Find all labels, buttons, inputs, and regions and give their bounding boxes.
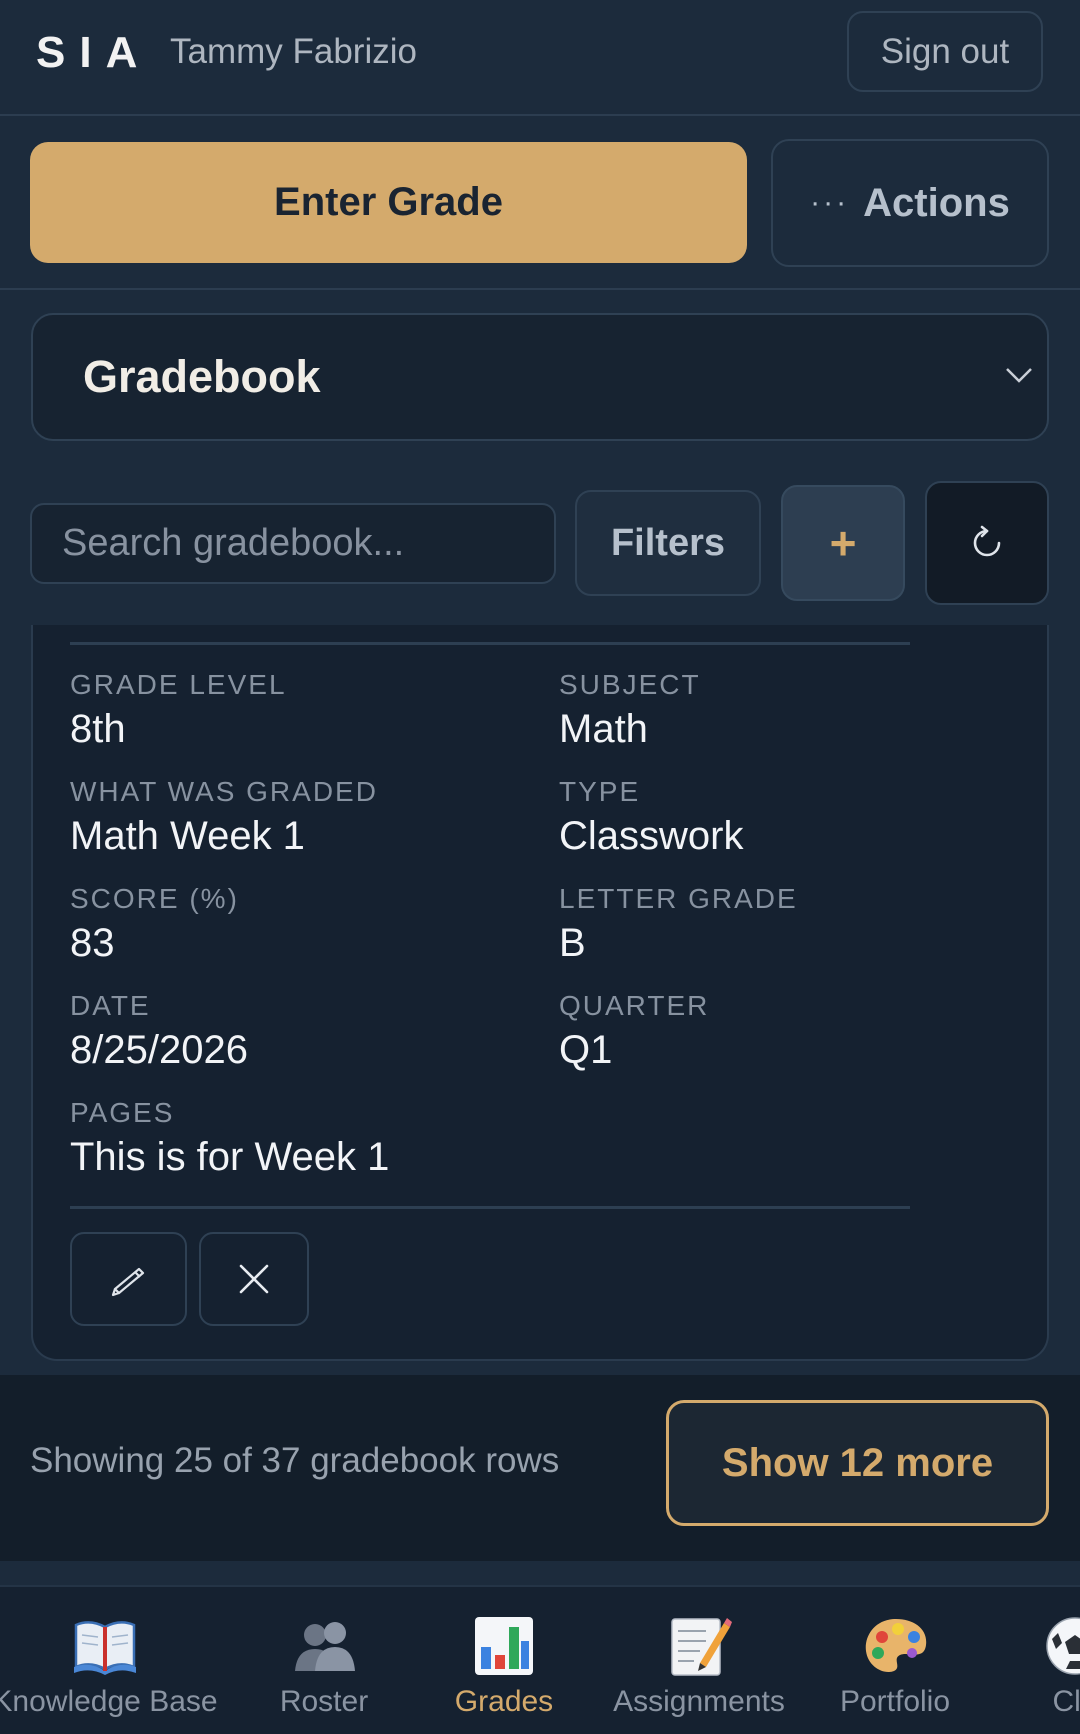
sign-out-button[interactable]: Sign out [847, 11, 1043, 92]
field-label: SCORE (%) [70, 883, 239, 914]
delete-record-button[interactable] [199, 1232, 309, 1326]
field-label: TYPE [559, 776, 641, 807]
plus-icon: + [829, 517, 857, 569]
actions-label: Actions [863, 180, 1010, 225]
gradebook-list: GRADE LEVEL 8th SUBJECT Math WHAT WAS GR… [0, 625, 1080, 1375]
view-selector-value: Gradebook [83, 351, 321, 402]
search-input[interactable] [30, 503, 556, 584]
bar-chart-icon [475, 1617, 533, 1675]
nav-item-grades[interactable]: Grades [434, 1587, 574, 1734]
nav-item-knowledge-base[interactable]: Knowledge Base [0, 1587, 218, 1734]
grade-record-card: GRADE LEVEL 8th SUBJECT Math WHAT WAS GR… [31, 625, 1049, 1361]
field-value: 8th [70, 707, 126, 751]
enter-grade-button[interactable]: Enter Grade [30, 142, 747, 263]
more-dots-icon: ··· [810, 186, 850, 219]
edit-record-button[interactable] [70, 1232, 187, 1326]
nav-item-clubs[interactable]: Clu [1000, 1587, 1080, 1734]
field-value: B [559, 921, 586, 965]
book-icon [74, 1621, 136, 1675]
field-value: This is for Week 1 [70, 1135, 390, 1179]
bottom-nav: Knowledge Base Roster Grades Assignments… [0, 1585, 1080, 1734]
field-date: DATE 8/25/2026 [70, 989, 490, 1075]
nav-label: Grades [454, 1685, 554, 1718]
pencil-icon [111, 1267, 144, 1297]
field-value: Q1 [559, 1028, 613, 1072]
field-value: 8/25/2026 [70, 1028, 248, 1072]
field-label: SUBJECT [559, 669, 701, 700]
field-subject: SUBJECT Math [559, 668, 979, 754]
pagination-bar: Showing 25 of 37 gradebook rows Show 12 … [0, 1375, 1080, 1561]
add-row-button[interactable]: + [781, 485, 905, 601]
field-pages: PAGES This is for Week 1 [70, 1096, 490, 1182]
memo-icon [671, 1618, 732, 1676]
gradebook-controls: Gradebook Filters + [0, 292, 1080, 625]
field-value: Math [559, 707, 648, 751]
soccer-ball-icon [1046, 1617, 1080, 1675]
app-logo: SIA [36, 28, 152, 77]
palette-icon [865, 1619, 927, 1673]
rows-count-text: Showing 25 of 37 gradebook rows [30, 1441, 560, 1480]
close-icon [239, 1264, 269, 1294]
field-value: 83 [70, 921, 115, 965]
nav-label: Clu [1052, 1685, 1080, 1718]
show-more-button[interactable]: Show 12 more [666, 1400, 1049, 1526]
nav-item-portfolio[interactable]: Portfolio [820, 1587, 970, 1734]
nav-label: Roster [279, 1685, 369, 1718]
field-label: GRADE LEVEL [70, 669, 287, 700]
action-bar: Enter Grade ··· Actions [0, 118, 1080, 290]
nav-label: Assignments [613, 1685, 785, 1718]
nav-label: Portfolio [839, 1685, 951, 1718]
gradebook-page: SIA Tammy Fabrizio Sign out Enter Grade … [0, 0, 1080, 1734]
field-what-was-graded: WHAT WAS GRADED Math Week 1 [70, 775, 490, 861]
spacer [0, 1561, 1080, 1585]
nav-item-assignments[interactable]: Assignments [604, 1587, 794, 1734]
field-label: LETTER GRADE [559, 883, 798, 914]
field-label: WHAT WAS GRADED [70, 776, 378, 807]
refresh-icon [973, 525, 1001, 557]
field-score: SCORE (%) 83 [70, 882, 490, 968]
divider [70, 642, 910, 645]
refresh-button[interactable] [925, 481, 1049, 605]
user-name: Tammy Fabrizio [170, 32, 417, 71]
people-icon [295, 1622, 355, 1671]
app-header: SIA Tammy Fabrizio Sign out [0, 0, 1080, 116]
field-label: QUARTER [559, 990, 710, 1021]
field-type: TYPE Classwork [559, 775, 979, 861]
nav-label: Knowledge Base [0, 1685, 218, 1718]
actions-menu-button[interactable]: ··· Actions [771, 139, 1049, 267]
field-label: PAGES [70, 1097, 175, 1128]
chevron-down-icon [1006, 368, 1032, 383]
filters-button[interactable]: Filters [575, 490, 761, 596]
nav-item-roster[interactable]: Roster [244, 1587, 404, 1734]
field-value: Math Week 1 [70, 814, 305, 858]
field-letter-grade: LETTER GRADE B [559, 882, 979, 968]
field-grade-level: GRADE LEVEL 8th [70, 668, 490, 754]
view-selector-dropdown[interactable]: Gradebook [31, 313, 1049, 441]
field-label: DATE [70, 990, 151, 1021]
divider [70, 1206, 910, 1209]
field-value: Classwork [559, 814, 744, 858]
field-quarter: QUARTER Q1 [559, 989, 979, 1075]
